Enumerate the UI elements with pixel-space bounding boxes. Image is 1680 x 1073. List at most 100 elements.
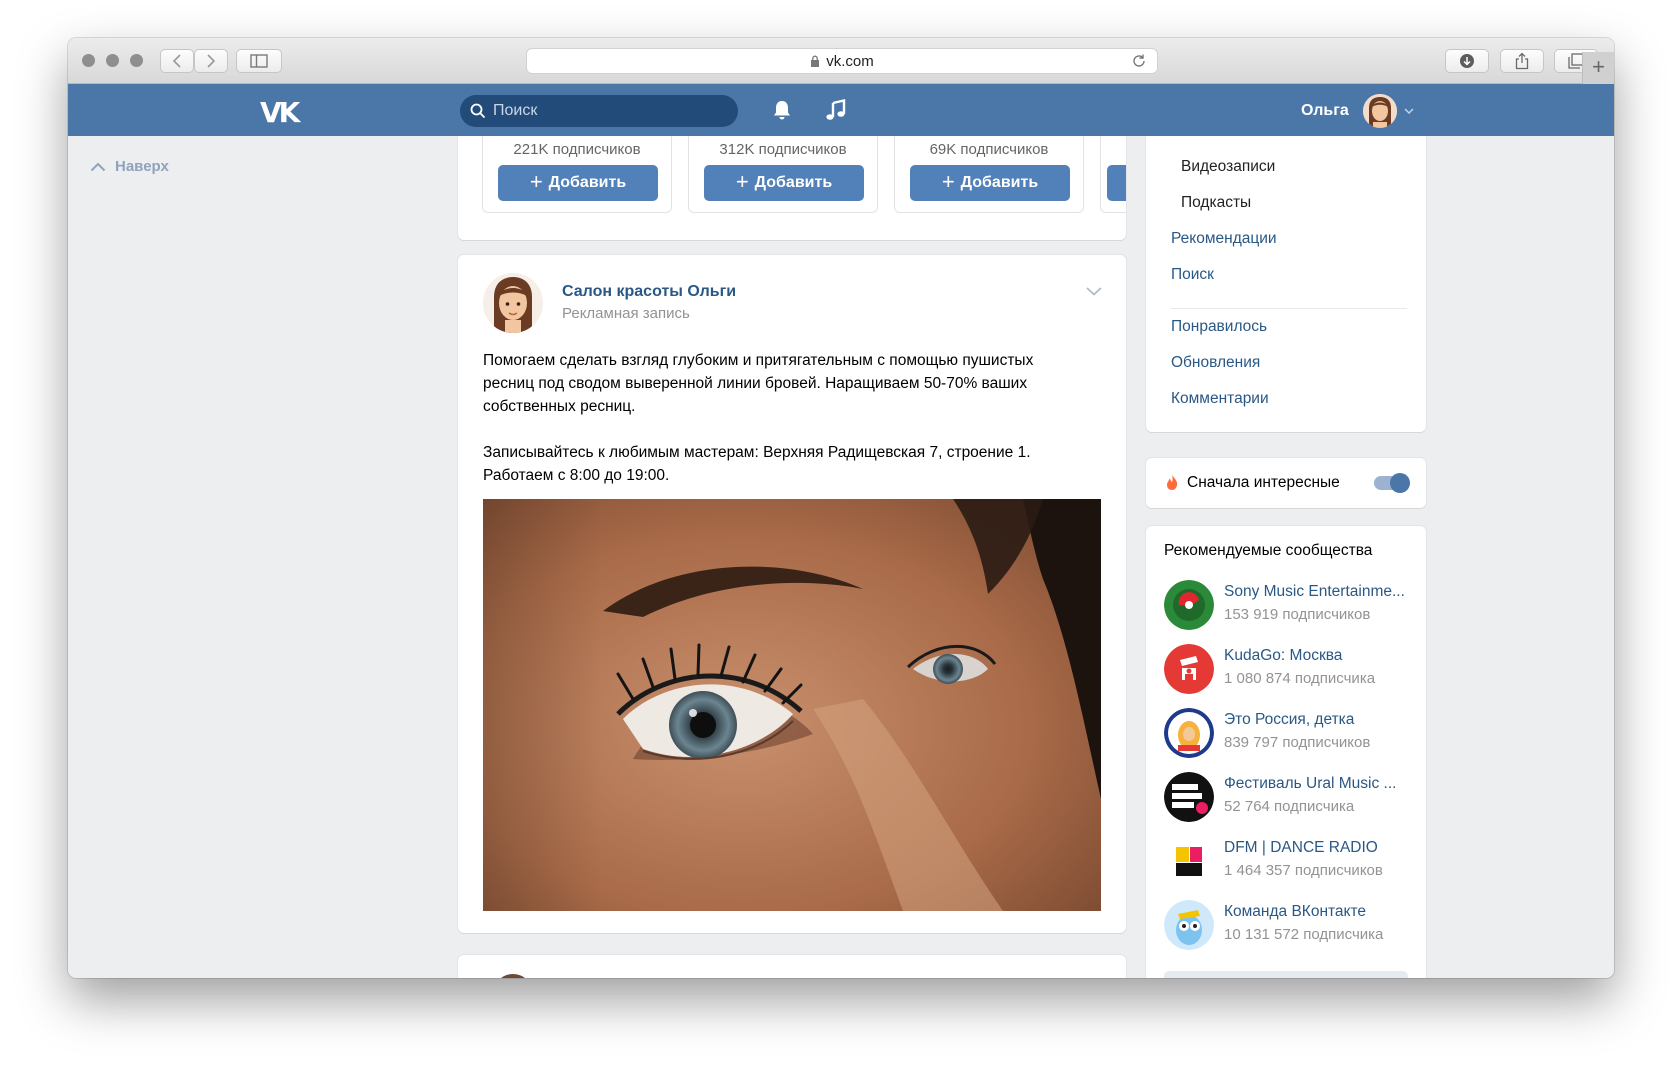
suggestion-card: 221K подписчиков + Добавить: [482, 136, 672, 213]
community-name[interactable]: Команда ВКонтакте: [1224, 903, 1414, 921]
vk-logo[interactable]: VK: [260, 96, 300, 129]
add-group-button-partial[interactable]: [1107, 165, 1126, 201]
screenshot-stage: vk.com + VK Ольга: [0, 0, 1680, 1073]
chevron-down-icon[interactable]: [1086, 287, 1102, 296]
community-name[interactable]: Sony Music Entertainme...: [1224, 583, 1414, 601]
menu-item-comments[interactable]: Комментарии: [1171, 390, 1269, 408]
zoom-window-button[interactable]: [130, 54, 143, 67]
close-window-button[interactable]: [82, 54, 95, 67]
minimize-window-button[interactable]: [106, 54, 119, 67]
downloads-button[interactable]: [1445, 49, 1489, 73]
community-name[interactable]: DFM | DANCE RADIO: [1224, 839, 1414, 857]
post-paragraph: Записывайтесь к любимым мастерам: Верхня…: [483, 444, 1031, 484]
browser-window: vk.com + VK Ольга: [68, 38, 1614, 978]
search-input[interactable]: [493, 102, 713, 120]
smart-feed-toggle-card: Сначала интересные: [1146, 458, 1426, 508]
fire-icon: [1167, 474, 1178, 490]
chevron-up-icon: [90, 162, 106, 171]
community-avatar[interactable]: [1164, 900, 1214, 950]
add-group-button[interactable]: + Добавить: [704, 165, 864, 201]
community-name[interactable]: KudaGo: Москва: [1224, 647, 1414, 665]
post-author-avatar[interactable]: [493, 974, 533, 978]
community-avatar[interactable]: [1164, 772, 1214, 822]
add-group-button[interactable]: + Добавить: [910, 165, 1070, 201]
search-box[interactable]: [460, 95, 738, 127]
add-group-button[interactable]: + Добавить: [498, 165, 658, 201]
community-avatar[interactable]: [1164, 644, 1214, 694]
community-subscribers: 839 797 подписчиков: [1224, 734, 1371, 751]
community-avatar[interactable]: [1164, 580, 1214, 630]
page-content: Наверх 221K подписчиков + Добавить 312K п…: [68, 136, 1614, 978]
back-to-top-link[interactable]: Наверх: [90, 158, 169, 175]
add-group-label: Добавить: [548, 174, 627, 191]
group-suggestions-carousel: 221K подписчиков + Добавить 312K подписчи…: [458, 136, 1126, 240]
switch-knob: [1390, 473, 1410, 493]
chevron-right-icon: [207, 54, 216, 68]
community-row[interactable]: KudaGo: Москва 1 080 874 подписчика: [1164, 642, 1414, 696]
menu-item-videos[interactable]: Видеозаписи: [1181, 158, 1275, 176]
back-to-top-label: Наверх: [115, 158, 169, 175]
community-row[interactable]: Команда ВКонтакте 10 131 572 подписчика: [1164, 898, 1414, 952]
menu-item-liked[interactable]: Понравилось: [1171, 318, 1267, 336]
menu-item-updates[interactable]: Обновления: [1171, 354, 1260, 372]
community-row[interactable]: Это Россия, детка 839 797 подписчиков: [1164, 706, 1414, 760]
bell-icon[interactable]: [772, 99, 792, 121]
community-name[interactable]: Фестиваль Ural Music ...: [1224, 775, 1414, 793]
post-text: Помогаем сделать взгляд глубоким и притя…: [483, 349, 1083, 487]
smart-feed-switch[interactable]: [1374, 473, 1410, 493]
chevron-down-icon: [1404, 108, 1414, 114]
community-subscribers: 10 131 572 подписчика: [1224, 926, 1384, 943]
back-button[interactable]: [160, 49, 194, 73]
community-name[interactable]: Это Россия, детка: [1224, 711, 1414, 729]
community-subscribers: 1 464 357 подписчиков: [1224, 862, 1383, 879]
forward-button[interactable]: [194, 49, 228, 73]
user-avatar: [1362, 94, 1397, 128]
menu-item-podcasts[interactable]: Подкасты: [1181, 194, 1251, 212]
suggestion-card-partial: [1100, 136, 1126, 213]
community-avatar[interactable]: [1164, 836, 1214, 886]
community-row[interactable]: Sony Music Entertainme... 153 919 подпис…: [1164, 578, 1414, 632]
community-row[interactable]: DFM | DANCE RADIO 1 464 357 подписчиков: [1164, 834, 1414, 888]
search-icon: [470, 103, 486, 119]
add-group-label: Добавить: [754, 174, 833, 191]
suggestion-card: 69K подписчиков + Добавить: [894, 136, 1084, 213]
share-button[interactable]: [1500, 49, 1544, 73]
post-author-name[interactable]: Салон красоты Ольги: [562, 283, 736, 301]
new-tab-button[interactable]: +: [1582, 52, 1614, 84]
plus-icon: +: [529, 169, 543, 194]
recommended-communities: Рекомендуемые сообщества Sony Music Ente…: [1146, 526, 1426, 978]
plus-icon: +: [735, 169, 749, 194]
browser-toolbar: vk.com +: [68, 38, 1614, 84]
menu-item-recommendations[interactable]: Рекомендации: [1171, 230, 1277, 248]
chevron-left-icon: [172, 54, 181, 68]
user-menu[interactable]: Ольга: [1301, 93, 1414, 129]
lock-icon: [811, 55, 820, 67]
suggestion-subscribers: 221K подписчиков: [513, 141, 641, 158]
user-name: Ольга: [1301, 102, 1349, 119]
post-ad-label: Рекламная запись: [562, 305, 690, 322]
community-row[interactable]: Фестиваль Ural Music ... 52 764 подписчи…: [1164, 770, 1414, 824]
feed-post: Салон красоты Ольги Рекламная запись Пом…: [458, 255, 1126, 933]
vk-header: VK Ольга: [68, 84, 1614, 136]
music-note-icon[interactable]: [826, 99, 846, 121]
next-feed-post: [458, 955, 1126, 978]
menu-divider: [1171, 308, 1407, 309]
sidebar-toggle-button[interactable]: [236, 49, 282, 73]
community-subscribers: 52 764 подписчика: [1224, 798, 1355, 815]
download-icon: [1460, 54, 1474, 68]
url-text: vk.com: [826, 52, 874, 70]
smart-feed-label: Сначала интересные: [1187, 474, 1340, 491]
post-image[interactable]: [483, 499, 1101, 911]
community-avatar[interactable]: [1164, 708, 1214, 758]
suggestion-subscribers: 312K подписчиков: [719, 141, 847, 158]
post-author-avatar[interactable]: [483, 273, 543, 333]
menu-item-search[interactable]: Поиск: [1171, 266, 1214, 284]
reload-icon[interactable]: [1131, 53, 1147, 69]
recommended-title: Рекомендуемые сообщества: [1164, 542, 1373, 559]
plus-icon: +: [941, 169, 955, 194]
address-bar[interactable]: vk.com: [526, 48, 1158, 74]
add-group-label: Добавить: [960, 174, 1039, 191]
community-subscribers: 1 080 874 подписчика: [1224, 670, 1376, 687]
sidebar-icon: [250, 54, 268, 68]
show-all-communities-button[interactable]: [1164, 971, 1408, 978]
